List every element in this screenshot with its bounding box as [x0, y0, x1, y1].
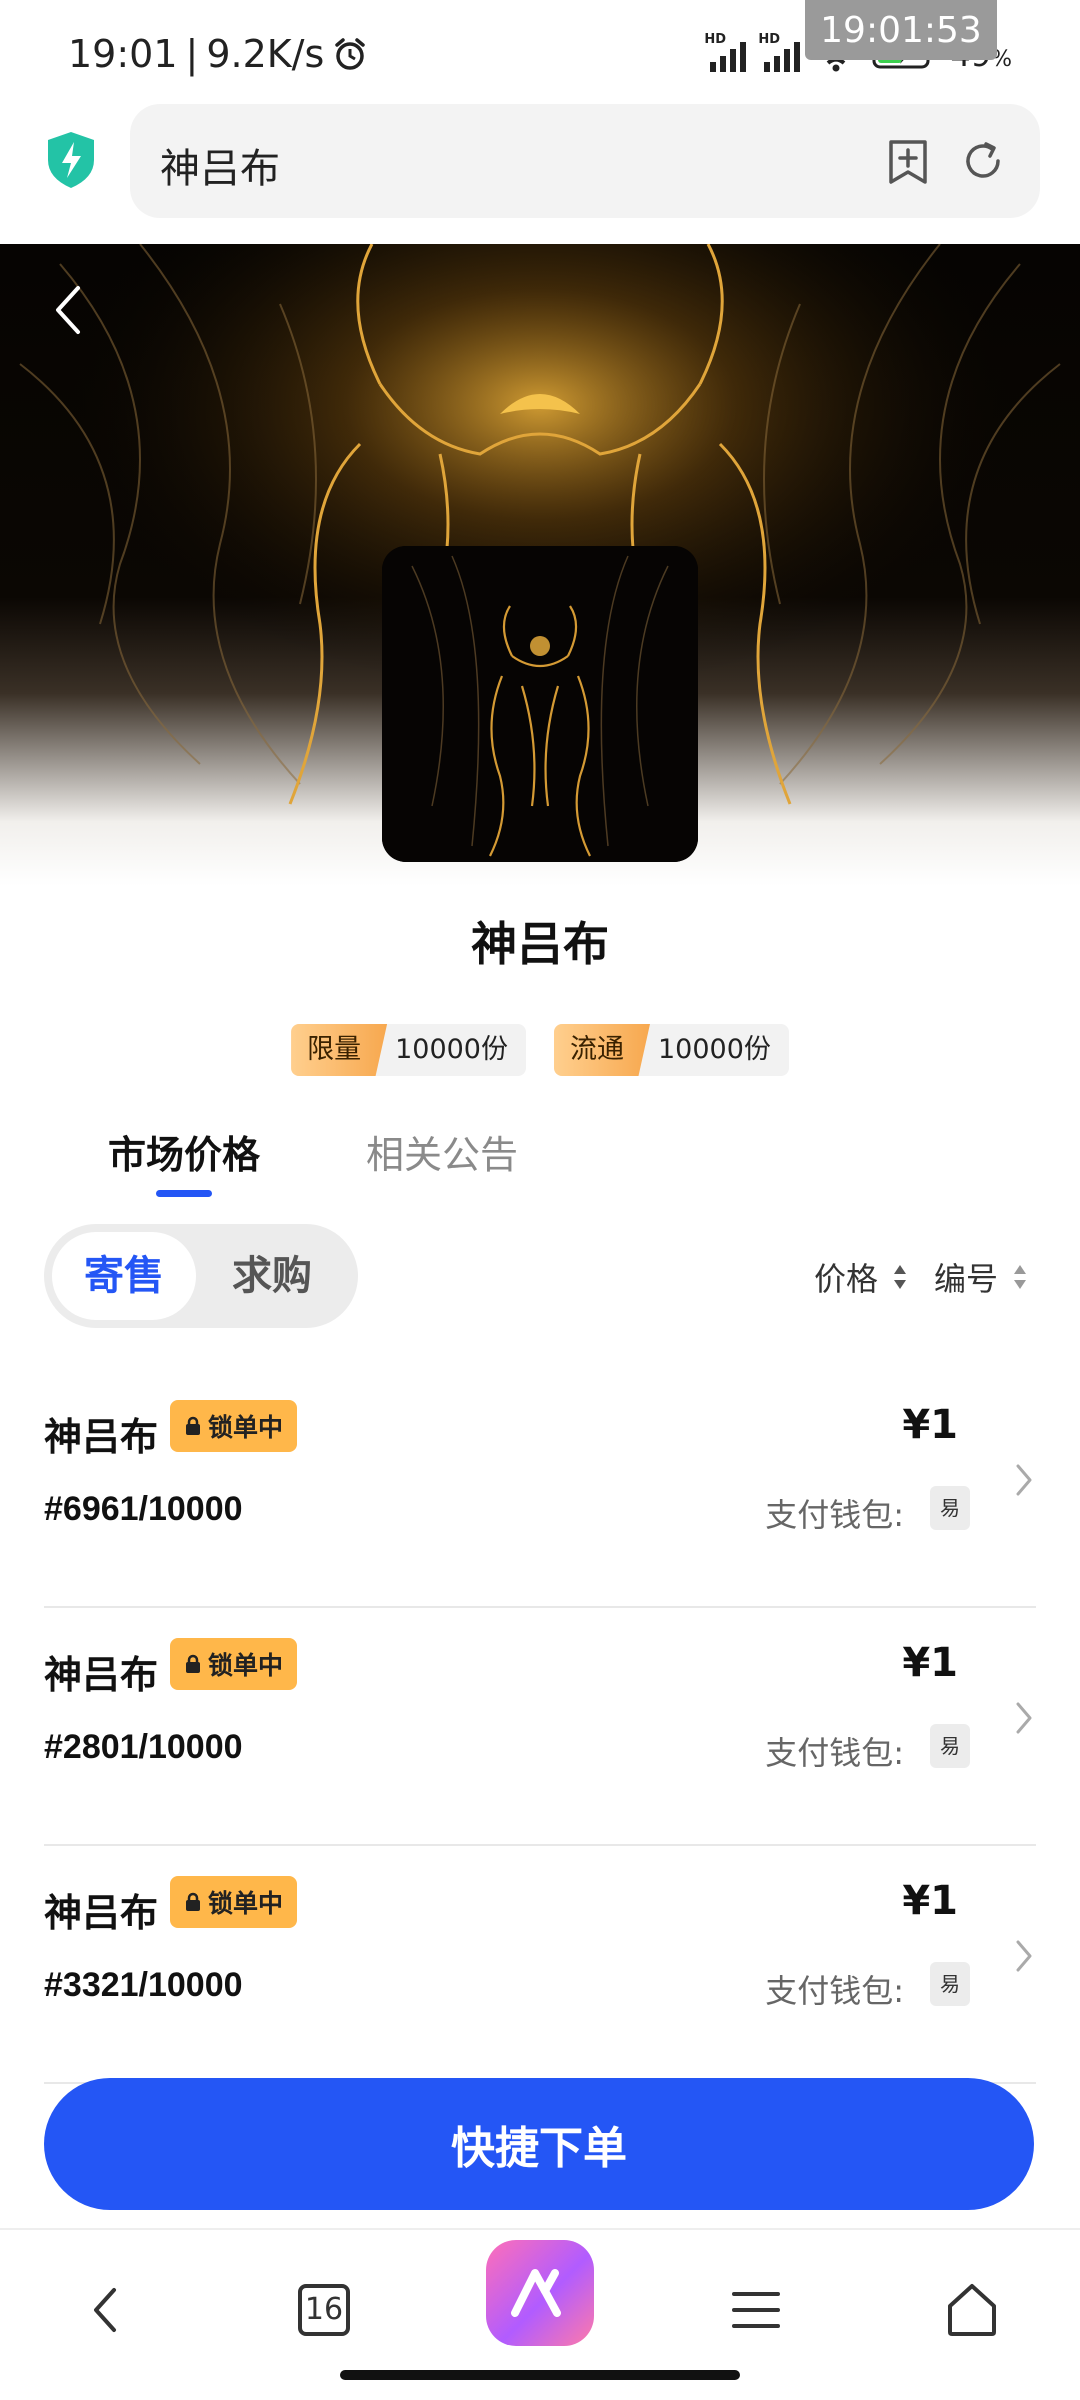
listing-price: ¥1	[902, 1402, 958, 1448]
listing-price: ¥1	[902, 1878, 958, 1924]
product-thumbnail-art	[382, 546, 698, 862]
listing-serial: #6961/10000	[44, 1490, 243, 1528]
listing-price: ¥1	[902, 1640, 958, 1686]
tabs-icon: 16	[298, 2284, 350, 2336]
signal-icon-2: HD	[758, 32, 801, 72]
sell-buy-toggle: 寄售 求购	[44, 1224, 358, 1328]
lock-icon	[186, 1654, 200, 1673]
menu-button[interactable]	[716, 2270, 796, 2350]
pill-circulation-value: 10000份	[658, 1034, 771, 1065]
segment-purchase-request[interactable]: 求购	[200, 1232, 344, 1320]
ai-assistant-button[interactable]	[486, 2240, 594, 2346]
tabs-button[interactable]: 16	[284, 2270, 364, 2350]
listing-row[interactable]: 神吕布 锁单中 #2801/10000 ¥1 支付钱包: 易	[44, 1608, 1036, 1846]
locked-badge-label: 锁单中	[208, 1889, 284, 1918]
locked-badge-label: 锁单中	[208, 1651, 284, 1680]
address-text[interactable]: 神吕布	[160, 136, 280, 194]
status-time: 19:01	[68, 32, 178, 76]
address-bar[interactable]: 神吕布	[130, 104, 1040, 218]
wallet-tag: 易	[930, 1486, 970, 1530]
back-arrow-icon[interactable]	[48, 280, 88, 340]
ai-assistant-icon	[511, 2269, 561, 2317]
listing-name: 神吕布	[44, 1415, 159, 1459]
screenshot-time-overlay: 19:01:53	[805, 0, 997, 60]
sort-by-number[interactable]: 编号	[934, 1254, 1028, 1300]
pill-limit: 限量 10000份	[291, 1024, 526, 1076]
browser-address-row: 神吕布	[0, 100, 1080, 225]
sort-price-label: 价格	[813, 1260, 878, 1298]
alarm-icon	[335, 38, 366, 70]
segment-consign[interactable]: 寄售	[52, 1232, 196, 1320]
reload-icon[interactable]	[960, 138, 1006, 184]
tab-announcements[interactable]: 相关公告	[366, 1124, 518, 1179]
nav-back-button[interactable]	[66, 2270, 146, 2350]
listing-serial: #2801/10000	[44, 1728, 243, 1766]
status-left: 19:01 | 9.2K/s	[68, 32, 368, 76]
locked-badge-label: 锁单中	[208, 1413, 284, 1442]
chevron-right-icon	[1016, 1702, 1032, 1734]
listing-row[interactable]: 神吕布 锁单中 #3321/10000 ¥1 支付钱包: 易	[44, 1846, 1036, 2084]
sort-icon	[1014, 1265, 1026, 1289]
pill-circulation: 流通 10000份	[554, 1024, 789, 1076]
sort-number-label: 编号	[933, 1260, 998, 1298]
chevron-right-icon	[1016, 1940, 1032, 1972]
listing-name: 神吕布	[44, 1653, 159, 1697]
home-button[interactable]	[932, 2270, 1012, 2350]
pill-limit-value: 10000份	[395, 1034, 508, 1065]
wallet-tag: 易	[930, 1962, 970, 2006]
bookmark-add-icon[interactable]	[886, 138, 930, 186]
product-title: 神吕布	[471, 917, 609, 971]
hd-label-2: HD	[758, 32, 781, 47]
listing-row[interactable]: 神吕布 锁单中 #6961/10000 ¥1 支付钱包: 易	[44, 1370, 1036, 1608]
shield-bolt-icon[interactable]	[44, 130, 98, 190]
pill-circulation-key: 流通	[554, 1024, 650, 1076]
wallet-tag: 易	[930, 1724, 970, 1768]
listing-list: 神吕布 锁单中 #6961/10000 ¥1 支付钱包: 易 神吕布 锁单中 #…	[44, 1370, 1036, 2084]
product-thumbnail[interactable]	[382, 546, 698, 862]
home-indicator	[340, 2370, 740, 2380]
menu-icon	[732, 2292, 780, 2328]
home-icon	[948, 2284, 996, 2336]
listing-serial: #3321/10000	[44, 1966, 243, 2004]
locked-badge: 锁单中	[170, 1400, 298, 1452]
sort-by-price[interactable]: 价格	[814, 1254, 908, 1300]
hero-banner	[0, 244, 1080, 886]
content-tabs: 市场价格 相关公告	[0, 1110, 1080, 1200]
sort-icon	[893, 1265, 906, 1289]
tab-market-price[interactable]: 市场价格	[108, 1124, 260, 1179]
tab-active-indicator	[156, 1190, 212, 1197]
network-speed: 9.2K/s	[206, 32, 325, 76]
locked-badge: 锁单中	[170, 1638, 298, 1690]
lock-icon	[186, 1416, 200, 1435]
chevron-right-icon	[1016, 1464, 1032, 1496]
pill-limit-key: 限量	[291, 1024, 388, 1076]
locked-badge: 锁单中	[170, 1876, 298, 1928]
quick-order-button[interactable]: 快捷下单	[44, 2078, 1034, 2210]
lock-icon	[186, 1892, 200, 1911]
supply-pills: 限量 10000份 流通 10000份	[0, 1024, 1080, 1076]
signal-icon-1: HD	[704, 32, 747, 72]
listing-name: 神吕布	[44, 1891, 159, 1935]
hd-label-1: HD	[704, 32, 727, 47]
status-separator: |	[185, 32, 199, 76]
wallet-label: 支付钱包:	[765, 1972, 904, 2010]
wallet-label: 支付钱包:	[765, 1734, 904, 1772]
status-bar: 19:01 | 9.2K/s HD HD 49%	[0, 0, 1080, 110]
sort-controls: 价格 编号	[814, 1254, 1028, 1300]
nav-back-icon	[94, 2288, 116, 2332]
wallet-label: 支付钱包:	[765, 1496, 904, 1534]
